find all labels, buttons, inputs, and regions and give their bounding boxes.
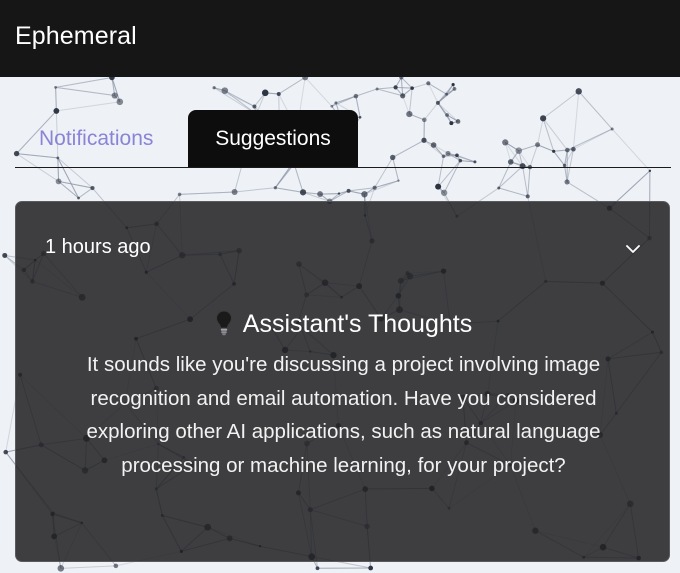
lightbulb-icon xyxy=(215,310,232,336)
tab-suggestions[interactable]: Suggestions xyxy=(188,110,358,167)
tab-bar: Notifications Suggestions xyxy=(15,110,671,168)
chevron-down-icon[interactable] xyxy=(625,243,641,255)
suggestion-heading: Assistant's Thoughts xyxy=(16,310,671,339)
tab-notifications[interactable]: Notifications xyxy=(39,110,179,167)
suggestion-timestamp: 1 hours ago xyxy=(45,236,151,258)
app-title: Ephemeral xyxy=(15,22,137,50)
suggestion-body: It sounds like you're discussing a proje… xyxy=(86,353,601,477)
suggestion-title: Assistant's Thoughts xyxy=(242,310,473,338)
suggestion-card: 1 hours ago Assistant's Thoughts It soun… xyxy=(15,201,670,562)
app-header: Ephemeral xyxy=(0,0,680,77)
